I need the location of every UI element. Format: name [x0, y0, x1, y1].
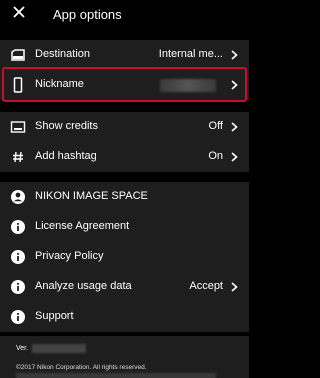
version-value-redacted: [32, 344, 86, 353]
info-icon: [10, 219, 26, 235]
footer: Ver. ©2017 Nikon Corporation. All rights…: [0, 336, 249, 378]
close-icon[interactable]: [12, 5, 28, 23]
destination-label: Destination: [35, 48, 91, 60]
analyze-usage-data-row[interactable]: Analyze usage data Accept: [0, 272, 249, 302]
support-label: Support: [35, 310, 74, 322]
nikon-image-space-label: NIKON IMAGE SPACE: [35, 190, 148, 202]
add-hashtag-label: Add hashtag: [35, 150, 97, 162]
chevron-right-icon: [231, 282, 238, 292]
add-hashtag-value: On: [208, 150, 223, 162]
destination-value: Internal me...: [158, 48, 223, 60]
hash-icon: [10, 149, 26, 165]
support-row[interactable]: Support: [0, 302, 249, 332]
destination-row[interactable]: Destination Internal me...: [0, 40, 249, 70]
footer-text-redacted: [16, 373, 216, 378]
page-title: App options: [53, 7, 122, 22]
analyze-usage-data-label: Analyze usage data: [35, 280, 132, 292]
info-icon: [10, 249, 26, 265]
show-credits-row[interactable]: Show credits Off: [0, 112, 249, 142]
nickname-highlight-frame: [2, 67, 247, 102]
caption-icon: [10, 119, 26, 135]
analyze-usage-data-value: Accept: [189, 280, 223, 292]
privacy-policy-label: Privacy Policy: [35, 250, 104, 262]
copyright-text: ©2017 Nikon Corporation. All rights rese…: [16, 364, 147, 371]
privacy-policy-row[interactable]: Privacy Policy: [0, 242, 249, 272]
license-agreement-row[interactable]: License Agreement: [0, 212, 249, 242]
info-icon: [10, 309, 26, 325]
add-hashtag-row[interactable]: Add hashtag On: [0, 142, 249, 172]
info-icon: [10, 279, 26, 295]
chevron-right-icon: [231, 152, 238, 162]
show-credits-label: Show credits: [35, 120, 98, 132]
chevron-right-icon: [231, 122, 238, 132]
nikon-image-space-row[interactable]: NIKON IMAGE SPACE: [0, 182, 249, 212]
show-credits-value: Off: [208, 120, 223, 132]
chevron-right-icon: [231, 50, 238, 60]
sd-card-icon: [10, 47, 26, 63]
license-agreement-label: License Agreement: [35, 220, 130, 232]
account-icon: [10, 189, 26, 205]
version-label: Ver.: [16, 345, 29, 352]
app-bar: App options: [0, 0, 249, 30]
